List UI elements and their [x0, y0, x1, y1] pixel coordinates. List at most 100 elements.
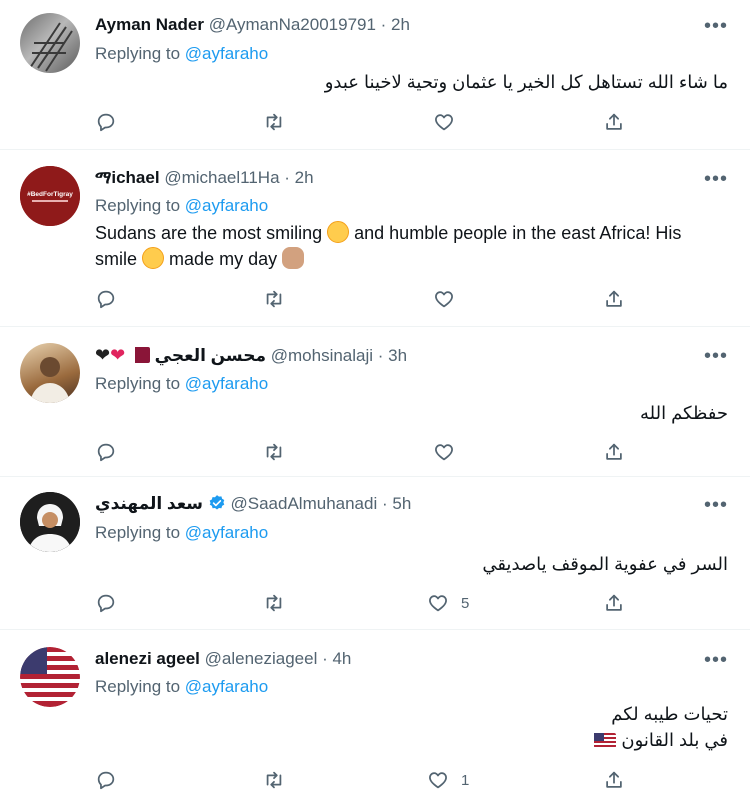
avatar[interactable] — [20, 492, 80, 552]
heart-icon — [427, 592, 449, 614]
more-icon[interactable]: ••• — [704, 16, 728, 36]
avatar[interactable] — [20, 343, 80, 403]
replying-handle[interactable]: @ayfaraho — [185, 523, 268, 542]
display-name[interactable]: ማichael — [95, 168, 160, 187]
tweet-item[interactable]: ❤❤ محسن العجي @mohsinalaji · 3h ••• Repl… — [0, 327, 750, 477]
tweet-header: alenezi ageel @aleneziageel · 4h — [95, 649, 351, 669]
display-name[interactable]: سعد المهندي — [95, 494, 203, 513]
heart-icon — [433, 111, 455, 133]
tweet-text: السر في عفوية الموقف ياصديقي — [482, 554, 728, 574]
tweet-text-part: Sudans are the most smiling — [95, 223, 323, 243]
tweet-actions: 1 — [95, 768, 635, 792]
share-icon — [603, 592, 625, 614]
share-button[interactable] — [603, 287, 625, 311]
more-icon[interactable]: ••• — [704, 169, 728, 189]
share-button[interactable] — [603, 768, 625, 792]
retweet-button[interactable] — [263, 110, 285, 134]
replying-handle[interactable]: @ayfaraho — [185, 677, 268, 696]
retweet-button[interactable] — [263, 287, 285, 311]
share-button[interactable] — [603, 110, 625, 134]
heart-icon — [433, 441, 455, 463]
tweet-text: ما شاء الله تستاهل كل الخير يا عثمان وتح… — [324, 72, 728, 92]
replying-handle[interactable]: @ayfaraho — [185, 196, 268, 215]
timestamp[interactable]: · 2h — [381, 15, 410, 34]
replying-to: Replying to @ayfaraho — [95, 196, 268, 216]
reply-icon — [95, 288, 117, 310]
tweet-text: Sudans are the most smiling and humble p… — [95, 220, 728, 272]
like-count: 1 — [461, 771, 470, 789]
replying-prefix: Replying to — [95, 523, 181, 542]
like-button[interactable] — [433, 287, 455, 311]
user-handle[interactable]: @SaadAlmuhanadi — [231, 494, 378, 513]
retweet-icon — [263, 592, 285, 614]
user-handle[interactable]: @AymanNa20019791 — [209, 15, 376, 34]
tweet-actions — [95, 440, 635, 464]
tweet-item[interactable]: Ayman Nader @AymanNa20019791 · 2h ••• Re… — [0, 0, 750, 150]
retweet-button[interactable] — [263, 768, 285, 792]
red-heart-icon: ❤ — [110, 345, 126, 365]
reply-button[interactable] — [95, 110, 117, 134]
timestamp[interactable]: · 5h — [382, 494, 411, 513]
more-icon[interactable]: ••• — [704, 650, 728, 670]
replying-handle[interactable]: @ayfaraho — [185, 374, 268, 393]
more-icon[interactable]: ••• — [704, 495, 728, 515]
replying-to: Replying to @ayfaraho — [95, 677, 268, 697]
tweet-item[interactable]: alenezi ageel @aleneziageel · 4h ••• Rep… — [0, 630, 750, 806]
tweet-text: تحيات طيبه لكم في بلد القانون — [95, 701, 728, 753]
tweet-actions — [95, 287, 635, 311]
timestamp[interactable]: · 4h — [322, 649, 351, 668]
tweet-text-line: في بلد القانون — [95, 727, 728, 753]
display-name[interactable]: Ayman Nader — [95, 15, 204, 34]
avatar-image — [30, 357, 70, 403]
tweet-item[interactable]: #BedForTigray ማichael @michael11Ha · 2h … — [0, 150, 750, 327]
tweet-header: Ayman Nader @AymanNa20019791 · 2h — [95, 15, 410, 35]
replying-to: Replying to @ayfaraho — [95, 44, 268, 64]
tweet-header: سعد المهندي @SaadAlmuhanadi · 5h — [95, 494, 411, 514]
share-button[interactable] — [603, 591, 625, 615]
reply-button[interactable] — [95, 591, 117, 615]
user-handle[interactable]: @michael11Ha — [164, 168, 279, 187]
retweet-icon — [263, 288, 285, 310]
replying-handle[interactable]: @ayfaraho — [185, 44, 268, 63]
like-button[interactable]: 5 — [427, 591, 469, 615]
us-flag-avatar-icon — [20, 647, 80, 707]
replying-to: Replying to @ayfaraho — [95, 523, 268, 543]
reply-button[interactable] — [95, 768, 117, 792]
avatar[interactable]: #BedForTigray — [20, 166, 80, 226]
avatar-text: #BedForTigray — [27, 191, 73, 198]
avatar-image — [20, 492, 80, 552]
display-name[interactable]: محسن العجي — [155, 346, 266, 365]
like-button[interactable] — [433, 440, 455, 464]
verified-badge-icon — [209, 495, 225, 510]
timestamp[interactable]: · 3h — [378, 346, 407, 365]
reply-button[interactable] — [95, 287, 117, 311]
avatar[interactable] — [20, 647, 80, 707]
user-handle[interactable]: @aleneziageel — [205, 649, 318, 668]
share-icon — [603, 769, 625, 791]
retweet-button[interactable] — [263, 440, 285, 464]
retweet-icon — [263, 111, 285, 133]
tweet-item[interactable]: سعد المهندي @SaadAlmuhanadi · 5h ••• Rep… — [0, 477, 750, 630]
qatar-flag-icon — [129, 347, 150, 363]
tweet-text-part: made my day — [169, 249, 278, 269]
reply-button[interactable] — [95, 440, 117, 464]
tweet-text: حفظكم الله — [639, 403, 728, 423]
display-name[interactable]: alenezi ageel — [95, 649, 200, 668]
timestamp[interactable]: · 2h — [284, 168, 313, 187]
like-button[interactable] — [433, 110, 455, 134]
reply-icon — [95, 769, 117, 791]
like-button[interactable]: 1 — [427, 768, 469, 792]
replying-to: Replying to @ayfaraho — [95, 374, 268, 394]
share-icon — [603, 441, 625, 463]
user-handle[interactable]: @mohsinalaji — [271, 346, 373, 365]
tweet-text-line: تحيات طيبه لكم — [611, 704, 728, 724]
tweet-header: ማichael @michael11Ha · 2h — [95, 168, 314, 188]
replying-prefix: Replying to — [95, 44, 181, 63]
replying-prefix: Replying to — [95, 374, 181, 393]
replying-prefix: Replying to — [95, 196, 181, 215]
avatar[interactable] — [20, 13, 80, 73]
more-icon[interactable]: ••• — [704, 346, 728, 366]
retweet-button[interactable] — [263, 591, 285, 615]
replying-prefix: Replying to — [95, 677, 181, 696]
share-button[interactable] — [603, 440, 625, 464]
